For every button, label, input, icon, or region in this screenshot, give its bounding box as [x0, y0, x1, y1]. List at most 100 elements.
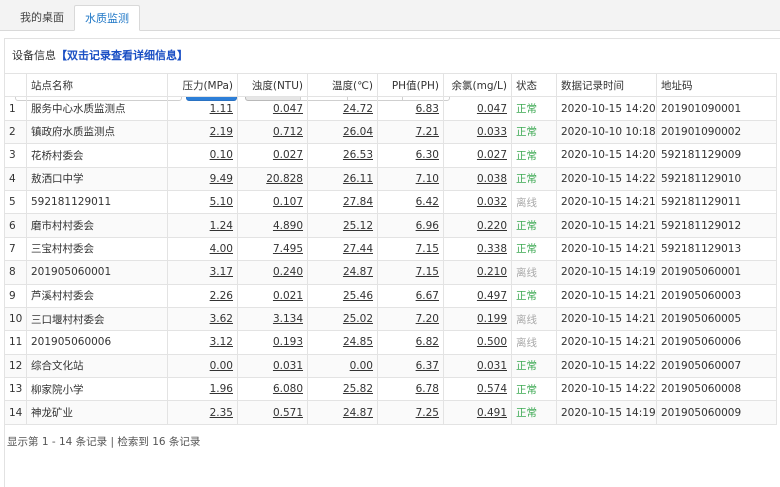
table-row[interactable]: 14 神龙矿业 2.35 0.571 24.87 7.25 0.491 正常 2020-10-1…: [4, 400, 777, 425]
cell-residual-chlorine[interactable]: 0.027: [443, 143, 512, 168]
col-pressure[interactable]: 压力(MPa): [167, 72, 238, 98]
table-row[interactable]: 11 201905060006 3.12 0.193 24.85 6.82 0.500 离线 2…: [4, 330, 777, 355]
table-row[interactable]: 5 592181129011 5.10 0.107 27.84 6.42 0.032 离线 20…: [4, 189, 777, 215]
cell-temperature[interactable]: 24.85: [307, 330, 378, 355]
cell-ph[interactable]: 7.15: [377, 260, 444, 285]
cell-pressure[interactable]: 5.10: [167, 189, 238, 215]
cell-turbidity[interactable]: 0.027: [237, 143, 308, 168]
col-record-time[interactable]: 数据记录时间: [556, 72, 657, 98]
cell-residual-chlorine[interactable]: 0.031: [443, 353, 512, 379]
cell-pressure[interactable]: 2.26: [167, 283, 238, 308]
cell-ph[interactable]: 6.42: [377, 189, 444, 215]
table-row[interactable]: 1 服务中心水质监测点 1.11 0.047 24.72 6.83 0.047 正常 2020-…: [4, 96, 777, 121]
cell-status: 正常: [511, 143, 557, 168]
cell-residual-chlorine[interactable]: 0.491: [443, 400, 512, 425]
table-row[interactable]: 10 三口堰村村委会 3.62 3.134 25.02 7.20 0.199 离线 2020-1…: [4, 306, 777, 332]
cell-ph[interactable]: 7.10: [377, 166, 444, 191]
col-status[interactable]: 状态: [511, 72, 557, 98]
cell-turbidity[interactable]: 20.828: [237, 166, 308, 191]
cell-pressure[interactable]: 1.24: [167, 213, 238, 238]
table-row[interactable]: 9 芦溪村村委会 2.26 0.021 25.46 6.67 0.497 正常 2020-10-…: [4, 283, 777, 308]
cell-ph[interactable]: 6.82: [377, 330, 444, 355]
cell-turbidity[interactable]: 3.134: [237, 306, 308, 332]
cell-pressure[interactable]: 3.12: [167, 330, 238, 355]
cell-pressure[interactable]: 3.17: [167, 260, 238, 285]
cell-ph[interactable]: 6.83: [377, 96, 444, 121]
tab-water-quality[interactable]: 水质监测: [74, 5, 140, 31]
table-row[interactable]: 13 柳家院小学 1.96 6.080 25.82 6.78 0.574 正常 2020-10-…: [4, 377, 777, 402]
table-row[interactable]: 3 花桥村委会 0.10 0.027 26.53 6.30 0.027 正常 2020-10-1…: [4, 143, 777, 168]
cell-temperature[interactable]: 24.87: [307, 400, 378, 425]
table-row[interactable]: 12 综合文化站 0.00 0.031 0.00 6.37 0.031 正常 2020-10-1…: [4, 353, 777, 379]
cell-temperature[interactable]: 26.04: [307, 119, 378, 145]
cell-turbidity[interactable]: 0.021: [237, 283, 308, 308]
cell-turbidity[interactable]: 0.047: [237, 96, 308, 121]
cell-turbidity[interactable]: 6.080: [237, 377, 308, 402]
cell-turbidity[interactable]: 0.031: [237, 353, 308, 379]
cell-turbidity[interactable]: 0.240: [237, 260, 308, 285]
cell-temperature[interactable]: 25.82: [307, 377, 378, 402]
cell-turbidity[interactable]: 0.571: [237, 400, 308, 425]
col-station-name[interactable]: 站点名称: [26, 72, 168, 98]
cell-temperature[interactable]: 27.44: [307, 236, 378, 262]
cell-temperature[interactable]: 0.00: [307, 353, 378, 379]
cell-turbidity[interactable]: 0.193: [237, 330, 308, 355]
cell-residual-chlorine[interactable]: 0.220: [443, 213, 512, 238]
cell-status: 离线: [511, 189, 557, 215]
cell-pressure[interactable]: 1.11: [167, 96, 238, 121]
cell-ph[interactable]: 7.15: [377, 236, 444, 262]
cell-pressure[interactable]: 1.96: [167, 377, 238, 402]
cell-residual-chlorine[interactable]: 0.574: [443, 377, 512, 402]
cell-turbidity[interactable]: 0.712: [237, 119, 308, 145]
cell-residual-chlorine[interactable]: 0.199: [443, 306, 512, 332]
col-ph[interactable]: PH值(PH): [377, 72, 444, 98]
cell-pressure[interactable]: 3.62: [167, 306, 238, 332]
cell-turbidity[interactable]: 4.890: [237, 213, 308, 238]
cell-temperature[interactable]: 24.87: [307, 260, 378, 285]
cell-record-time: 2020-10-15 14:21: [556, 330, 657, 355]
table-row[interactable]: 2 镇政府水质监测点 2.19 0.712 26.04 7.21 0.033 正常 2020-1…: [4, 119, 777, 145]
cell-temperature[interactable]: 24.72: [307, 96, 378, 121]
col-turbidity[interactable]: 浊度(NTU): [237, 72, 308, 98]
cell-residual-chlorine[interactable]: 0.497: [443, 283, 512, 308]
cell-residual-chlorine[interactable]: 0.038: [443, 166, 512, 191]
cell-ph[interactable]: 7.25: [377, 400, 444, 425]
col-address-code[interactable]: 地址码: [656, 72, 777, 98]
cell-pressure[interactable]: 2.35: [167, 400, 238, 425]
table-row[interactable]: 6 磨市村村委会 1.24 4.890 25.12 6.96 0.220 正常 2020-10-…: [4, 213, 777, 238]
tab-my-desktop[interactable]: 我的桌面: [10, 5, 74, 31]
cell-residual-chlorine[interactable]: 0.032: [443, 189, 512, 215]
cell-residual-chlorine[interactable]: 0.033: [443, 119, 512, 145]
cell-status: 正常: [511, 283, 557, 308]
cell-temperature[interactable]: 25.46: [307, 283, 378, 308]
col-residual-chlorine[interactable]: 余氯(mg/L): [443, 72, 512, 98]
table-row[interactable]: 4 敖洒口中学 9.49 20.828 26.11 7.10 0.038 正常 2020-10-…: [4, 166, 777, 191]
cell-turbidity[interactable]: 0.107: [237, 189, 308, 215]
cell-ph[interactable]: 6.78: [377, 377, 444, 402]
cell-pressure[interactable]: 0.10: [167, 143, 238, 168]
cell-temperature[interactable]: 26.11: [307, 166, 378, 191]
cell-turbidity[interactable]: 7.495: [237, 236, 308, 262]
cell-temperature[interactable]: 26.53: [307, 143, 378, 168]
cell-temperature[interactable]: 25.12: [307, 213, 378, 238]
cell-pressure[interactable]: 0.00: [167, 353, 238, 379]
cell-residual-chlorine[interactable]: 0.210: [443, 260, 512, 285]
cell-ph[interactable]: 6.30: [377, 143, 444, 168]
cell-residual-chlorine[interactable]: 0.338: [443, 236, 512, 262]
cell-index: 6: [4, 213, 27, 238]
cell-ph[interactable]: 7.21: [377, 119, 444, 145]
cell-temperature[interactable]: 25.02: [307, 306, 378, 332]
table-row[interactable]: 8 201905060001 3.17 0.240 24.87 7.15 0.210 离线 20…: [4, 260, 777, 285]
cell-pressure[interactable]: 4.00: [167, 236, 238, 262]
cell-ph[interactable]: 7.20: [377, 306, 444, 332]
cell-ph[interactable]: 6.96: [377, 213, 444, 238]
cell-ph[interactable]: 6.67: [377, 283, 444, 308]
cell-residual-chlorine[interactable]: 0.047: [443, 96, 512, 121]
table-row[interactable]: 7 三宝村村委会 4.00 7.495 27.44 7.15 0.338 正常 2020-10-…: [4, 236, 777, 262]
cell-residual-chlorine[interactable]: 0.500: [443, 330, 512, 355]
cell-temperature[interactable]: 27.84: [307, 189, 378, 215]
col-temperature[interactable]: 温度(℃): [307, 72, 378, 98]
cell-pressure[interactable]: 2.19: [167, 119, 238, 145]
cell-pressure[interactable]: 9.49: [167, 166, 238, 191]
cell-ph[interactable]: 6.37: [377, 353, 444, 379]
